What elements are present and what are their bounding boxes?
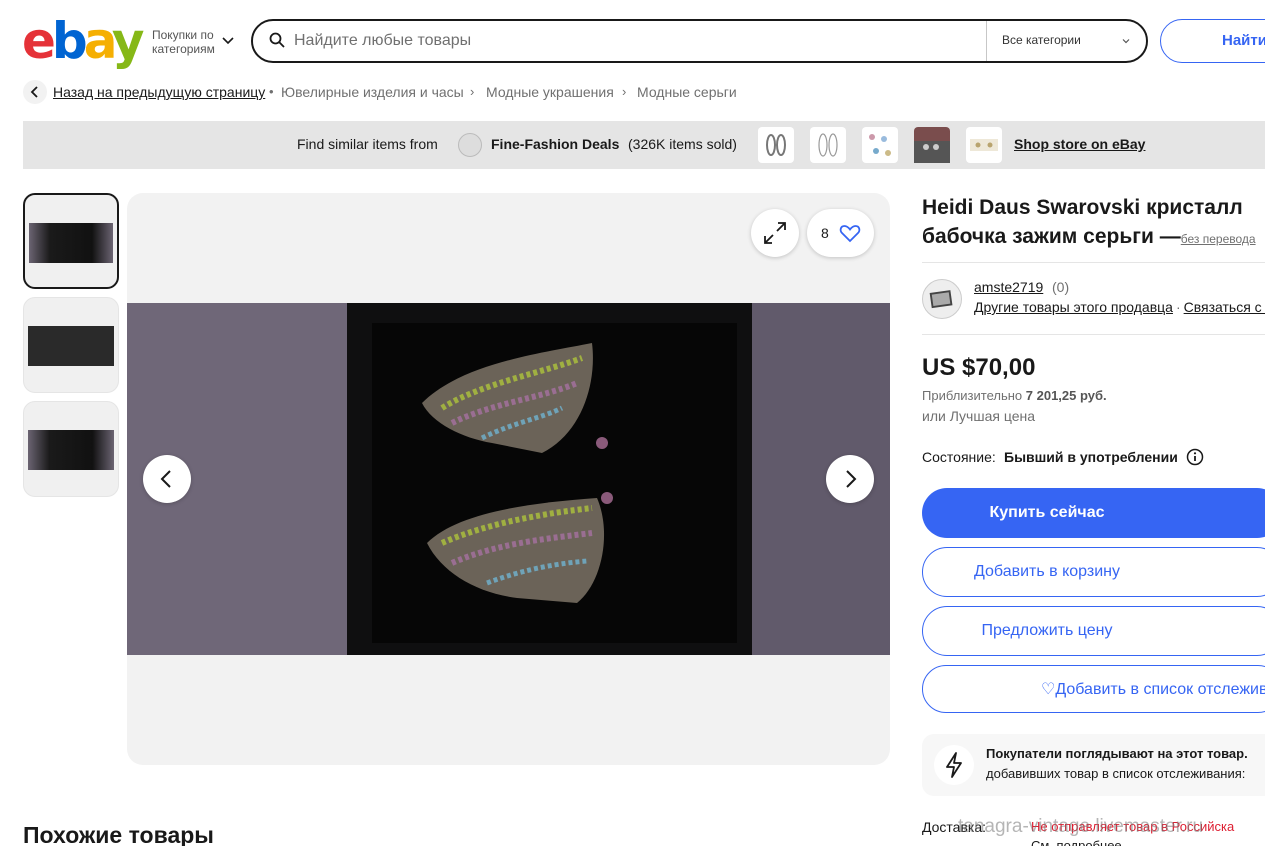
lightning-icon	[946, 752, 962, 778]
approx-label: Приблизительно	[922, 388, 1023, 403]
next-image-button[interactable]	[826, 455, 874, 503]
breadcrumb-item[interactable]: Модные украшения	[486, 84, 614, 100]
best-offer-text: или Лучшая цена	[922, 408, 1035, 424]
shop-by-category-button[interactable]: Покупки по категориям	[152, 28, 227, 56]
bolt-icon-container	[934, 745, 974, 785]
no-translation-link[interactable]: без перевода	[1181, 232, 1256, 246]
store-avatar[interactable]	[458, 133, 482, 157]
store-item-thumbnail[interactable]	[810, 127, 846, 163]
store-name[interactable]: Fine-Fashion Deals	[491, 136, 619, 152]
chevron-right-icon: ›	[470, 84, 475, 99]
similar-items-heading: Похожие товары	[23, 822, 214, 846]
price: US $70,00	[922, 354, 1036, 381]
previous-image-button[interactable]	[143, 455, 191, 503]
chevron-down-icon	[222, 37, 234, 45]
search-divider	[986, 21, 987, 61]
add-to-cart-label: Добавить в корзину	[973, 563, 1120, 580]
expand-button[interactable]	[751, 209, 799, 257]
gallery-thumbnail[interactable]	[23, 401, 119, 497]
breadcrumb-back-link[interactable]: Назад на предыдущую страницу	[53, 84, 265, 100]
gallery-thumbnail[interactable]	[23, 297, 119, 393]
search-icon	[269, 32, 285, 48]
back-button[interactable]	[23, 80, 47, 104]
condition-value: Бывший в употреблении	[1004, 449, 1178, 465]
buy-now-button[interactable]: Купить сейчас	[922, 488, 1265, 538]
chevron-right-icon	[846, 470, 857, 488]
condition-label: Состояние:	[922, 449, 996, 465]
find-button-label: Найти	[1222, 32, 1265, 49]
contact-seller-link[interactable]: Связаться с п	[1184, 299, 1265, 315]
approx-value: 7 201,25 руб.	[1025, 388, 1107, 403]
listing-title-line: Heidi Daus Swarovski кристалл	[922, 196, 1243, 219]
chevron-right-icon: ›	[622, 84, 627, 99]
seller-avatar[interactable]	[922, 279, 962, 319]
buy-now-label: Купить сейчас	[989, 504, 1105, 521]
watermark: tanagra-vintage.livemaster.ru	[958, 816, 1204, 837]
heart-icon	[839, 225, 861, 243]
product-photo[interactable]	[127, 303, 890, 655]
gallery-thumbnail-selected[interactable]	[23, 193, 119, 289]
notice-subtitle: добавивших товар в список отслеживания:	[986, 766, 1246, 781]
breadcrumb-separator: •	[269, 84, 274, 99]
listing-title: Heidi Daus Swarovski кристалл бабочка за…	[922, 193, 1265, 254]
seller-other-items-link[interactable]: Другие товары этого продавца	[974, 299, 1173, 315]
store-sold-count: (326K items sold)	[628, 136, 737, 152]
seller-name-link[interactable]: amste2719	[974, 279, 1043, 295]
make-offer-button[interactable]: Предложить цену	[922, 606, 1265, 656]
store-banner-prefix: Find similar items from	[297, 136, 438, 152]
listing-title-line: бабочка зажим серьги —	[922, 225, 1181, 248]
approx-price: Приблизительно 7 201,25 руб.	[922, 388, 1107, 403]
chevron-left-icon	[160, 470, 171, 488]
store-item-thumbnail[interactable]	[862, 127, 898, 163]
seller-feedback-score: (0)	[1052, 279, 1070, 295]
shipping-details-link[interactable]: См. подробнее	[1031, 838, 1122, 846]
search-input[interactable]	[294, 30, 974, 52]
seller-links: Другие товары этого продавца · Связаться с…	[974, 299, 1265, 315]
ebay-logo[interactable]: ebay	[22, 16, 144, 66]
store-item-thumbnail[interactable]	[966, 127, 1002, 163]
notice-title: Покупатели поглядывают на этот товар.	[986, 746, 1248, 761]
make-offer-label: Предложить цену	[981, 622, 1113, 639]
breadcrumb-item[interactable]: Ювелирные изделия и часы	[281, 84, 464, 100]
category-select[interactable]: Все категории	[1002, 33, 1081, 47]
separator-dot: ·	[1175, 299, 1181, 315]
add-to-watchlist-button[interactable]: ♡Добавить в список отслежив	[922, 665, 1265, 713]
watch-count: 8	[821, 225, 829, 241]
add-to-watchlist-label: ♡Добавить в список отслежив	[1041, 681, 1265, 698]
chevron-left-icon	[30, 86, 38, 98]
expand-icon	[764, 222, 786, 244]
add-to-cart-button[interactable]: Добавить в корзину	[922, 547, 1265, 597]
store-item-thumbnail[interactable]	[914, 127, 950, 163]
divider	[922, 334, 1265, 335]
chevron-down-icon	[1122, 39, 1130, 44]
divider	[922, 262, 1265, 263]
shop-store-link[interactable]: Shop store on eBay	[1014, 136, 1145, 152]
info-icon[interactable]	[1186, 448, 1204, 466]
breadcrumb-item[interactable]: Модные серьги	[637, 84, 737, 100]
store-item-thumbnail[interactable]	[758, 127, 794, 163]
